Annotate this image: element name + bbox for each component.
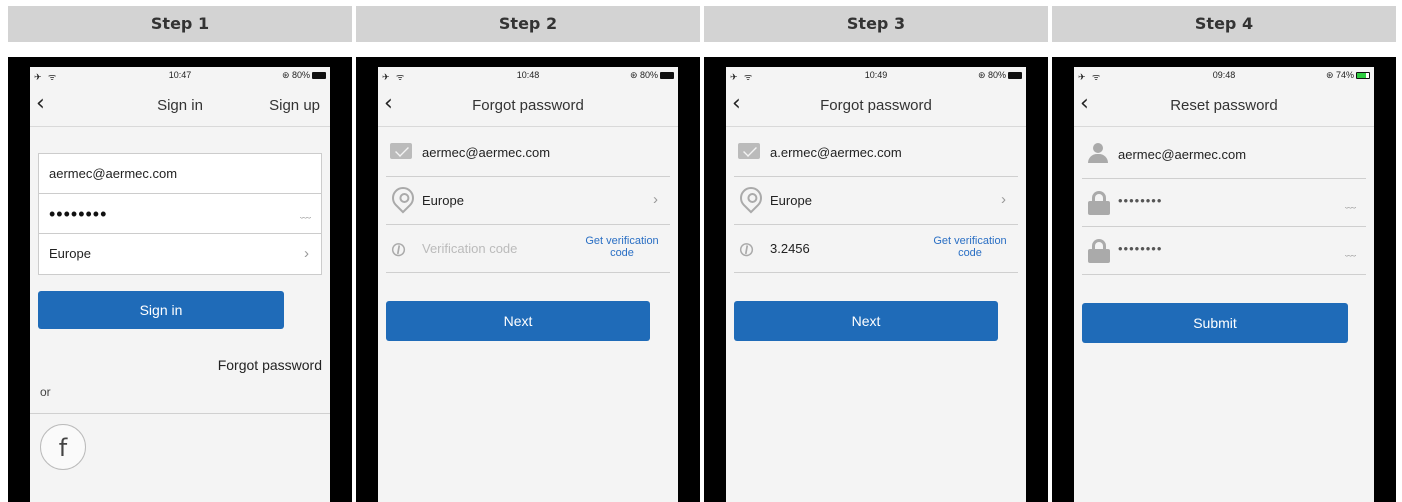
email-value: aermec@aermec.com — [1118, 147, 1247, 162]
battery-status: ⊛ 80% — [630, 70, 674, 81]
nav-bar: ‹ Reset password — [1074, 85, 1374, 127]
page-title: Reset password — [1170, 97, 1278, 114]
or-label: or — [40, 385, 51, 399]
phone-frame: ✈ ᯤ 10:47 ⊛ 80% ‹ Sign in Sign up aermec… — [8, 57, 352, 502]
email-value: a.ermec@aermec.com — [770, 145, 902, 160]
verification-code-input[interactable]: 3.2456 — [770, 241, 810, 256]
get-code-line-1: Get verification — [585, 235, 659, 247]
battery-status: ⊛ 80% — [282, 70, 326, 81]
region-selector[interactable]: Europe › — [734, 177, 1018, 225]
show-password-icon[interactable]: ﹏ — [1345, 243, 1356, 259]
page-title: Forgot password — [472, 97, 584, 114]
battery-text: ⊛ 80% — [977, 70, 1006, 80]
email-row: aermec@aermec.com — [1082, 131, 1366, 179]
step-2-panel: Step 2 ✈ ᯤ 10:48 ⊛ 80% ‹ Forgot password… — [356, 0, 700, 502]
password-value: •••••••• — [49, 204, 108, 224]
nav-bar: ‹ Forgot password — [726, 85, 1026, 127]
submit-button[interactable]: Submit — [1082, 303, 1348, 343]
step-title: Step 4 — [1052, 6, 1396, 42]
chevron-right-icon: › — [1001, 191, 1006, 208]
region-value: Europe — [422, 193, 464, 208]
sign-in-screen: ✈ ᯤ 10:47 ⊛ 80% ‹ Sign in Sign up aermec… — [30, 67, 330, 502]
nav-bar: ‹ Sign in Sign up — [30, 85, 330, 127]
location-pin-icon — [735, 182, 767, 214]
reset-password-screen: ✈ ᯤ 09:48 ⊛ 74% ‹ Reset password aermec@… — [1074, 67, 1374, 502]
facebook-icon[interactable]: f — [40, 424, 86, 470]
region-selector[interactable]: Europe › — [39, 234, 321, 274]
region-selector[interactable]: Europe › — [386, 177, 670, 225]
password-field[interactable]: •••••••• ﹏ — [39, 194, 321, 234]
step-title: Step 1 — [8, 6, 352, 42]
verification-code-row: ⊘ 3.2456 Get verification code — [733, 225, 1018, 273]
new-password-value: •••••••• — [1118, 193, 1163, 208]
status-bar: ✈ ᯤ 10:47 ⊛ 80% — [30, 67, 330, 85]
phone-frame: ✈ ᯤ 10:48 ⊛ 80% ‹ Forgot password aermec… — [356, 57, 700, 502]
battery-status: ⊛ 74% — [1326, 70, 1370, 81]
sign-up-link[interactable]: Sign up — [269, 97, 320, 114]
region-value: Europe — [49, 246, 91, 261]
email-value: aermec@aermec.com — [422, 145, 551, 160]
email-field[interactable]: aermec@aermec.com — [39, 154, 321, 194]
location-pin-icon — [387, 182, 419, 214]
next-button[interactable]: Next — [386, 301, 650, 341]
status-bar: ✈ ᯤ 10:49 ⊛ 80% — [726, 67, 1026, 85]
get-verification-code-link[interactable]: Get verification code — [580, 235, 664, 259]
step-3-panel: Step 3 ✈ ᯤ 10:49 ⊛ 80% ‹ Forgot password… — [704, 0, 1048, 502]
battery-icon — [1008, 72, 1022, 79]
get-code-line-2: code — [610, 247, 634, 259]
verification-code-row: ⊘ Verification code Get verification code — [385, 225, 670, 273]
status-bar: ✈ ᯤ 09:48 ⊛ 74% — [1074, 67, 1374, 85]
get-code-line-2: code — [958, 247, 982, 259]
step-1-panel: Step 1 ✈ ᯤ 10:47 ⊛ 80% ‹ Sign in Sign up… — [8, 0, 352, 502]
link-icon: ⊘ — [733, 236, 760, 264]
email-row: a.ermec@aermec.com — [734, 129, 1018, 177]
confirm-password-value: •••••••• — [1118, 241, 1163, 256]
verification-code-input[interactable]: Verification code — [422, 241, 517, 256]
mail-icon — [390, 143, 412, 159]
battery-icon — [1356, 72, 1370, 79]
battery-icon — [660, 72, 674, 79]
show-password-icon[interactable]: ﹏ — [1345, 195, 1356, 211]
battery-status: ⊛ 80% — [978, 70, 1022, 81]
battery-text: ⊛ 74% — [1325, 70, 1354, 80]
status-bar: ✈ ᯤ 10:48 ⊛ 80% — [378, 67, 678, 85]
lock-icon — [1088, 191, 1110, 215]
step-title: Step 3 — [704, 6, 1048, 42]
sign-in-button[interactable]: Sign in — [38, 291, 284, 329]
forgot-password-screen: ✈ ᯤ 10:48 ⊛ 80% ‹ Forgot password aermec… — [378, 67, 678, 502]
new-password-field[interactable]: •••••••• ﹏ — [1082, 179, 1366, 227]
battery-text: ⊛ 80% — [629, 70, 658, 80]
battery-text: ⊛ 80% — [281, 70, 310, 80]
forgot-password-link[interactable]: Forgot password — [218, 357, 322, 373]
mail-icon — [738, 143, 760, 159]
get-code-line-1: Get verification — [933, 235, 1007, 247]
user-icon — [1088, 143, 1108, 163]
region-value: Europe — [770, 193, 812, 208]
step-4-panel: Step 4 ✈ ᯤ 09:48 ⊛ 74% ‹ Reset password … — [1052, 0, 1396, 502]
nav-bar: ‹ Forgot password — [378, 85, 678, 127]
chevron-right-icon: › — [304, 245, 309, 262]
phone-frame: ✈ ᯤ 10:49 ⊛ 80% ‹ Forgot password a.erme… — [704, 57, 1048, 502]
phone-frame: ✈ ᯤ 09:48 ⊛ 74% ‹ Reset password aermec@… — [1052, 57, 1396, 502]
chevron-right-icon: › — [653, 191, 658, 208]
page-title: Forgot password — [820, 97, 932, 114]
confirm-password-field[interactable]: •••••••• ﹏ — [1082, 227, 1366, 275]
link-icon: ⊘ — [385, 236, 412, 264]
divider — [30, 413, 330, 414]
sign-in-form: aermec@aermec.com •••••••• ﹏ Europe › — [38, 153, 322, 275]
lock-icon — [1088, 239, 1110, 263]
next-button[interactable]: Next — [734, 301, 998, 341]
battery-icon — [312, 72, 326, 79]
get-verification-code-link[interactable]: Get verification code — [928, 235, 1012, 259]
step-title: Step 2 — [356, 6, 700, 42]
forgot-password-screen: ✈ ᯤ 10:49 ⊛ 80% ‹ Forgot password a.erme… — [726, 67, 1026, 502]
email-row: aermec@aermec.com — [386, 129, 670, 177]
show-password-icon[interactable]: ﹏ — [300, 194, 311, 234]
